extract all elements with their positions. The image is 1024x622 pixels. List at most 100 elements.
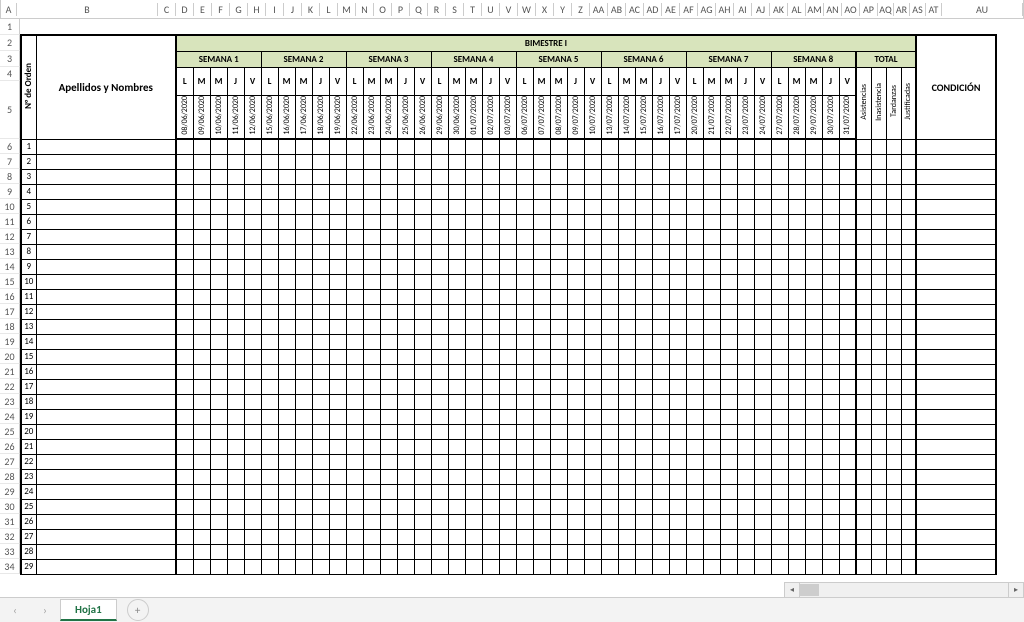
cell-attendance[interactable] — [686, 379, 703, 394]
tab-nav-prev[interactable]: ‹ — [13, 604, 17, 617]
cell-attendance[interactable] — [652, 559, 669, 574]
cell-attendance[interactable] — [754, 349, 771, 364]
row-header[interactable]: 18 — [0, 319, 20, 334]
cell-attendance[interactable] — [839, 394, 856, 409]
cell-total[interactable] — [871, 499, 886, 514]
cell-total[interactable] — [871, 289, 886, 304]
cell-attendance[interactable] — [261, 364, 278, 379]
cell-attendance[interactable] — [839, 274, 856, 289]
cell-attendance[interactable] — [397, 199, 414, 214]
cell-attendance[interactable] — [771, 559, 788, 574]
cell-attendance[interactable] — [788, 259, 805, 274]
cell-attendance[interactable] — [686, 514, 703, 529]
cell-condicion[interactable] — [916, 199, 996, 214]
row-header[interactable]: 24 — [0, 409, 20, 424]
col-header-X[interactable]: X — [536, 3, 554, 16]
cell-condicion[interactable] — [916, 394, 996, 409]
cell-nombres[interactable] — [36, 484, 176, 499]
cell-attendance[interactable] — [465, 559, 482, 574]
cell-attendance[interactable] — [771, 379, 788, 394]
cell-attendance[interactable] — [754, 364, 771, 379]
cell-attendance[interactable] — [516, 349, 533, 364]
cell-attendance[interactable] — [431, 334, 448, 349]
cell-attendance[interactable] — [839, 424, 856, 439]
cell-total[interactable] — [871, 394, 886, 409]
cell-attendance[interactable] — [567, 454, 584, 469]
cell-attendance[interactable] — [618, 184, 635, 199]
cell-attendance[interactable] — [465, 259, 482, 274]
cell-attendance[interactable] — [499, 184, 516, 199]
cell-attendance[interactable] — [193, 139, 210, 154]
cell-attendance[interactable] — [397, 319, 414, 334]
cell-attendance[interactable] — [567, 229, 584, 244]
cell-total[interactable] — [856, 544, 871, 559]
col-header-AF[interactable]: AF — [680, 3, 698, 16]
cell-attendance[interactable] — [601, 394, 618, 409]
cell-attendance[interactable] — [839, 484, 856, 499]
cell-attendance[interactable] — [754, 244, 771, 259]
cell-nombres[interactable] — [36, 139, 176, 154]
cell-attendance[interactable] — [499, 319, 516, 334]
cell-nombres[interactable] — [36, 439, 176, 454]
cell-total[interactable] — [886, 199, 901, 214]
cell-attendance[interactable] — [720, 169, 737, 184]
cell-nombres[interactable] — [36, 514, 176, 529]
cell-attendance[interactable] — [227, 544, 244, 559]
cell-attendance[interactable] — [465, 244, 482, 259]
cell-attendance[interactable] — [805, 529, 822, 544]
cell-attendance[interactable] — [601, 559, 618, 574]
cell-attendance[interactable] — [805, 544, 822, 559]
cell-attendance[interactable] — [618, 274, 635, 289]
cell-attendance[interactable] — [346, 289, 363, 304]
cell-attendance[interactable] — [312, 454, 329, 469]
cell-attendance[interactable] — [193, 544, 210, 559]
cell-attendance[interactable] — [533, 199, 550, 214]
cell-attendance[interactable] — [465, 454, 482, 469]
cell-attendance[interactable] — [669, 379, 686, 394]
cell-attendance[interactable] — [720, 349, 737, 364]
cell-attendance[interactable] — [737, 529, 754, 544]
cell-total[interactable] — [856, 409, 871, 424]
cell-attendance[interactable] — [210, 259, 227, 274]
cell-total[interactable] — [871, 259, 886, 274]
cell-attendance[interactable] — [210, 274, 227, 289]
cell-attendance[interactable] — [686, 259, 703, 274]
cell-attendance[interactable] — [584, 469, 601, 484]
cell-attendance[interactable] — [771, 424, 788, 439]
cell-attendance[interactable] — [210, 184, 227, 199]
cell-attendance[interactable] — [176, 499, 193, 514]
cell-total[interactable] — [886, 289, 901, 304]
cell-attendance[interactable] — [448, 334, 465, 349]
cell-attendance[interactable] — [261, 439, 278, 454]
cell-total[interactable] — [901, 529, 916, 544]
cell-attendance[interactable] — [380, 469, 397, 484]
cell-attendance[interactable] — [346, 379, 363, 394]
cell-attendance[interactable] — [788, 409, 805, 424]
cell-attendance[interactable] — [227, 289, 244, 304]
cell-attendance[interactable] — [176, 304, 193, 319]
cell-attendance[interactable] — [380, 289, 397, 304]
cell-attendance[interactable] — [720, 244, 737, 259]
row-header[interactable]: 23 — [0, 394, 20, 409]
cell-attendance[interactable] — [516, 154, 533, 169]
cell-total[interactable] — [856, 199, 871, 214]
cell-attendance[interactable] — [788, 229, 805, 244]
cell-attendance[interactable] — [397, 154, 414, 169]
cell-attendance[interactable] — [533, 274, 550, 289]
cell-attendance[interactable] — [754, 259, 771, 274]
cell-attendance[interactable] — [686, 424, 703, 439]
cell-attendance[interactable] — [686, 484, 703, 499]
cell-attendance[interactable] — [261, 409, 278, 424]
cell-attendance[interactable] — [788, 514, 805, 529]
cell-attendance[interactable] — [601, 364, 618, 379]
cell-attendance[interactable] — [431, 544, 448, 559]
cell-attendance[interactable] — [499, 439, 516, 454]
cell-attendance[interactable] — [788, 304, 805, 319]
cell-attendance[interactable] — [686, 364, 703, 379]
cell-attendance[interactable] — [363, 214, 380, 229]
cell-attendance[interactable] — [550, 424, 567, 439]
cell-attendance[interactable] — [703, 469, 720, 484]
cell-attendance[interactable] — [584, 514, 601, 529]
row-header[interactable]: 10 — [0, 199, 20, 214]
cell-attendance[interactable] — [448, 529, 465, 544]
